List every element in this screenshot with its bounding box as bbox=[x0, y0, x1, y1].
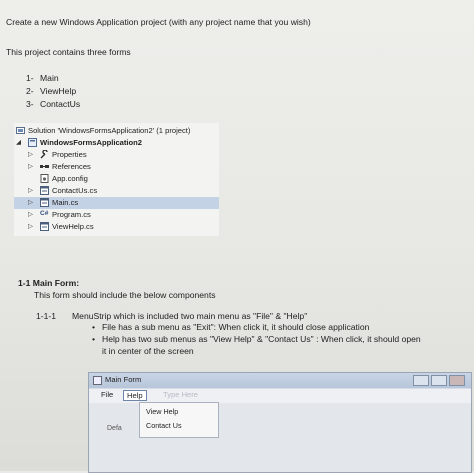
close-icon[interactable] bbox=[449, 375, 465, 386]
form-body-text: Defa bbox=[107, 425, 122, 432]
form-file-icon bbox=[40, 222, 49, 231]
maximize-icon[interactable] bbox=[431, 375, 447, 386]
menu-help[interactable]: Help bbox=[123, 390, 147, 401]
collapsed-arrow-icon[interactable]: ▷ bbox=[28, 222, 33, 230]
menu-contact-us[interactable]: Contact Us bbox=[146, 421, 182, 430]
list-item-contactus: ContactUs bbox=[40, 99, 81, 109]
tree-item-label: Program.cs bbox=[52, 210, 91, 219]
solution-explorer: Solution 'WindowsFormsApplication2' (1 p… bbox=[14, 123, 219, 236]
list-item-main: Main bbox=[40, 73, 59, 83]
references-icon bbox=[40, 165, 49, 168]
list-item-viewhelp: ViewHelp bbox=[40, 86, 77, 96]
tree-item-contactus[interactable]: ▷ ContactUs.cs bbox=[14, 185, 219, 197]
wrench-icon bbox=[40, 150, 48, 159]
project-icon bbox=[28, 138, 37, 147]
tree-item-main-selected[interactable]: ▷ Main.cs bbox=[14, 197, 219, 209]
config-file-icon bbox=[40, 174, 49, 183]
tree-project[interactable]: ◢ WindowsFormsApplication2 bbox=[14, 137, 219, 149]
section-description: This form should include the below compo… bbox=[34, 290, 216, 300]
tree-item-viewhelp[interactable]: ▷ ViewHelp.cs bbox=[14, 221, 219, 233]
bullet-file-exit: File has a sub menu as "Exit": When clic… bbox=[102, 322, 370, 332]
main-form-window: Main Form Defa File Help Type Here View … bbox=[88, 372, 472, 473]
section-heading: 1-1 Main Form: bbox=[18, 278, 80, 288]
form-file-icon bbox=[40, 198, 49, 207]
collapsed-arrow-icon[interactable]: ▷ bbox=[28, 162, 33, 170]
menu-view-help[interactable]: View Help bbox=[146, 407, 178, 416]
window-controls bbox=[413, 375, 465, 386]
tree-item-label: References bbox=[52, 162, 91, 171]
help-dropdown: View Help Contact Us bbox=[139, 402, 219, 438]
tree-item-label: Properties bbox=[52, 150, 87, 159]
list-number: 2- bbox=[26, 86, 34, 96]
tree-item-label: ContactUs.cs bbox=[52, 186, 98, 195]
document-page: Create a new Windows Application project… bbox=[0, 0, 474, 473]
tree-item-label: App.config bbox=[52, 174, 88, 183]
tree-item-appconfig[interactable]: App.config bbox=[14, 173, 219, 185]
form-app-icon bbox=[93, 376, 102, 385]
solution-icon bbox=[16, 127, 25, 134]
collapsed-arrow-icon[interactable]: ▷ bbox=[28, 198, 33, 206]
tree-item-references[interactable]: ▷ References bbox=[14, 161, 219, 173]
sub-number: 1-1-1 bbox=[36, 311, 57, 321]
form-title-text: Main Form bbox=[105, 375, 142, 384]
tree-item-program[interactable]: ▷ C# Program.cs bbox=[14, 209, 219, 221]
project-label: WindowsFormsApplication2 bbox=[40, 138, 143, 147]
collapsed-arrow-icon[interactable]: ▷ bbox=[28, 210, 33, 218]
bullet-help-continued: it in center of the screen bbox=[102, 346, 194, 356]
bullet-help-submenus: Help has two sub menus as "View Help" & … bbox=[102, 334, 421, 344]
csharp-file-icon: C# bbox=[40, 210, 49, 217]
menu-type-here[interactable]: Type Here bbox=[163, 390, 198, 399]
collapsed-arrow-icon[interactable]: ▷ bbox=[28, 186, 33, 194]
tree-item-label: ViewHelp.cs bbox=[52, 222, 94, 231]
sub-text: MenuStrip which is included two main men… bbox=[72, 311, 308, 321]
bullet-dot: • bbox=[92, 334, 96, 344]
collapsed-arrow-icon[interactable]: ▷ bbox=[28, 150, 33, 158]
form-title-bar: Main Form bbox=[89, 373, 471, 388]
list-number: 3- bbox=[26, 99, 34, 109]
bullet-dot: • bbox=[92, 322, 96, 332]
list-number: 1- bbox=[26, 73, 34, 83]
minimize-icon[interactable] bbox=[413, 375, 429, 386]
form-file-icon bbox=[40, 186, 49, 195]
tree-item-label: Main.cs bbox=[52, 198, 79, 207]
menu-strip: File Help Type Here bbox=[89, 389, 471, 403]
intro-line-1: Create a new Windows Application project… bbox=[6, 17, 311, 27]
tree-item-properties[interactable]: ▷ Properties bbox=[14, 149, 219, 161]
expanded-arrow-icon[interactable]: ◢ bbox=[16, 138, 21, 146]
menu-file[interactable]: File bbox=[101, 390, 113, 399]
tree-solution[interactable]: Solution 'WindowsFormsApplication2' (1 p… bbox=[14, 125, 219, 137]
intro-line-2: This project contains three forms bbox=[6, 47, 131, 57]
solution-label: Solution 'WindowsFormsApplication2' (1 p… bbox=[28, 126, 191, 135]
